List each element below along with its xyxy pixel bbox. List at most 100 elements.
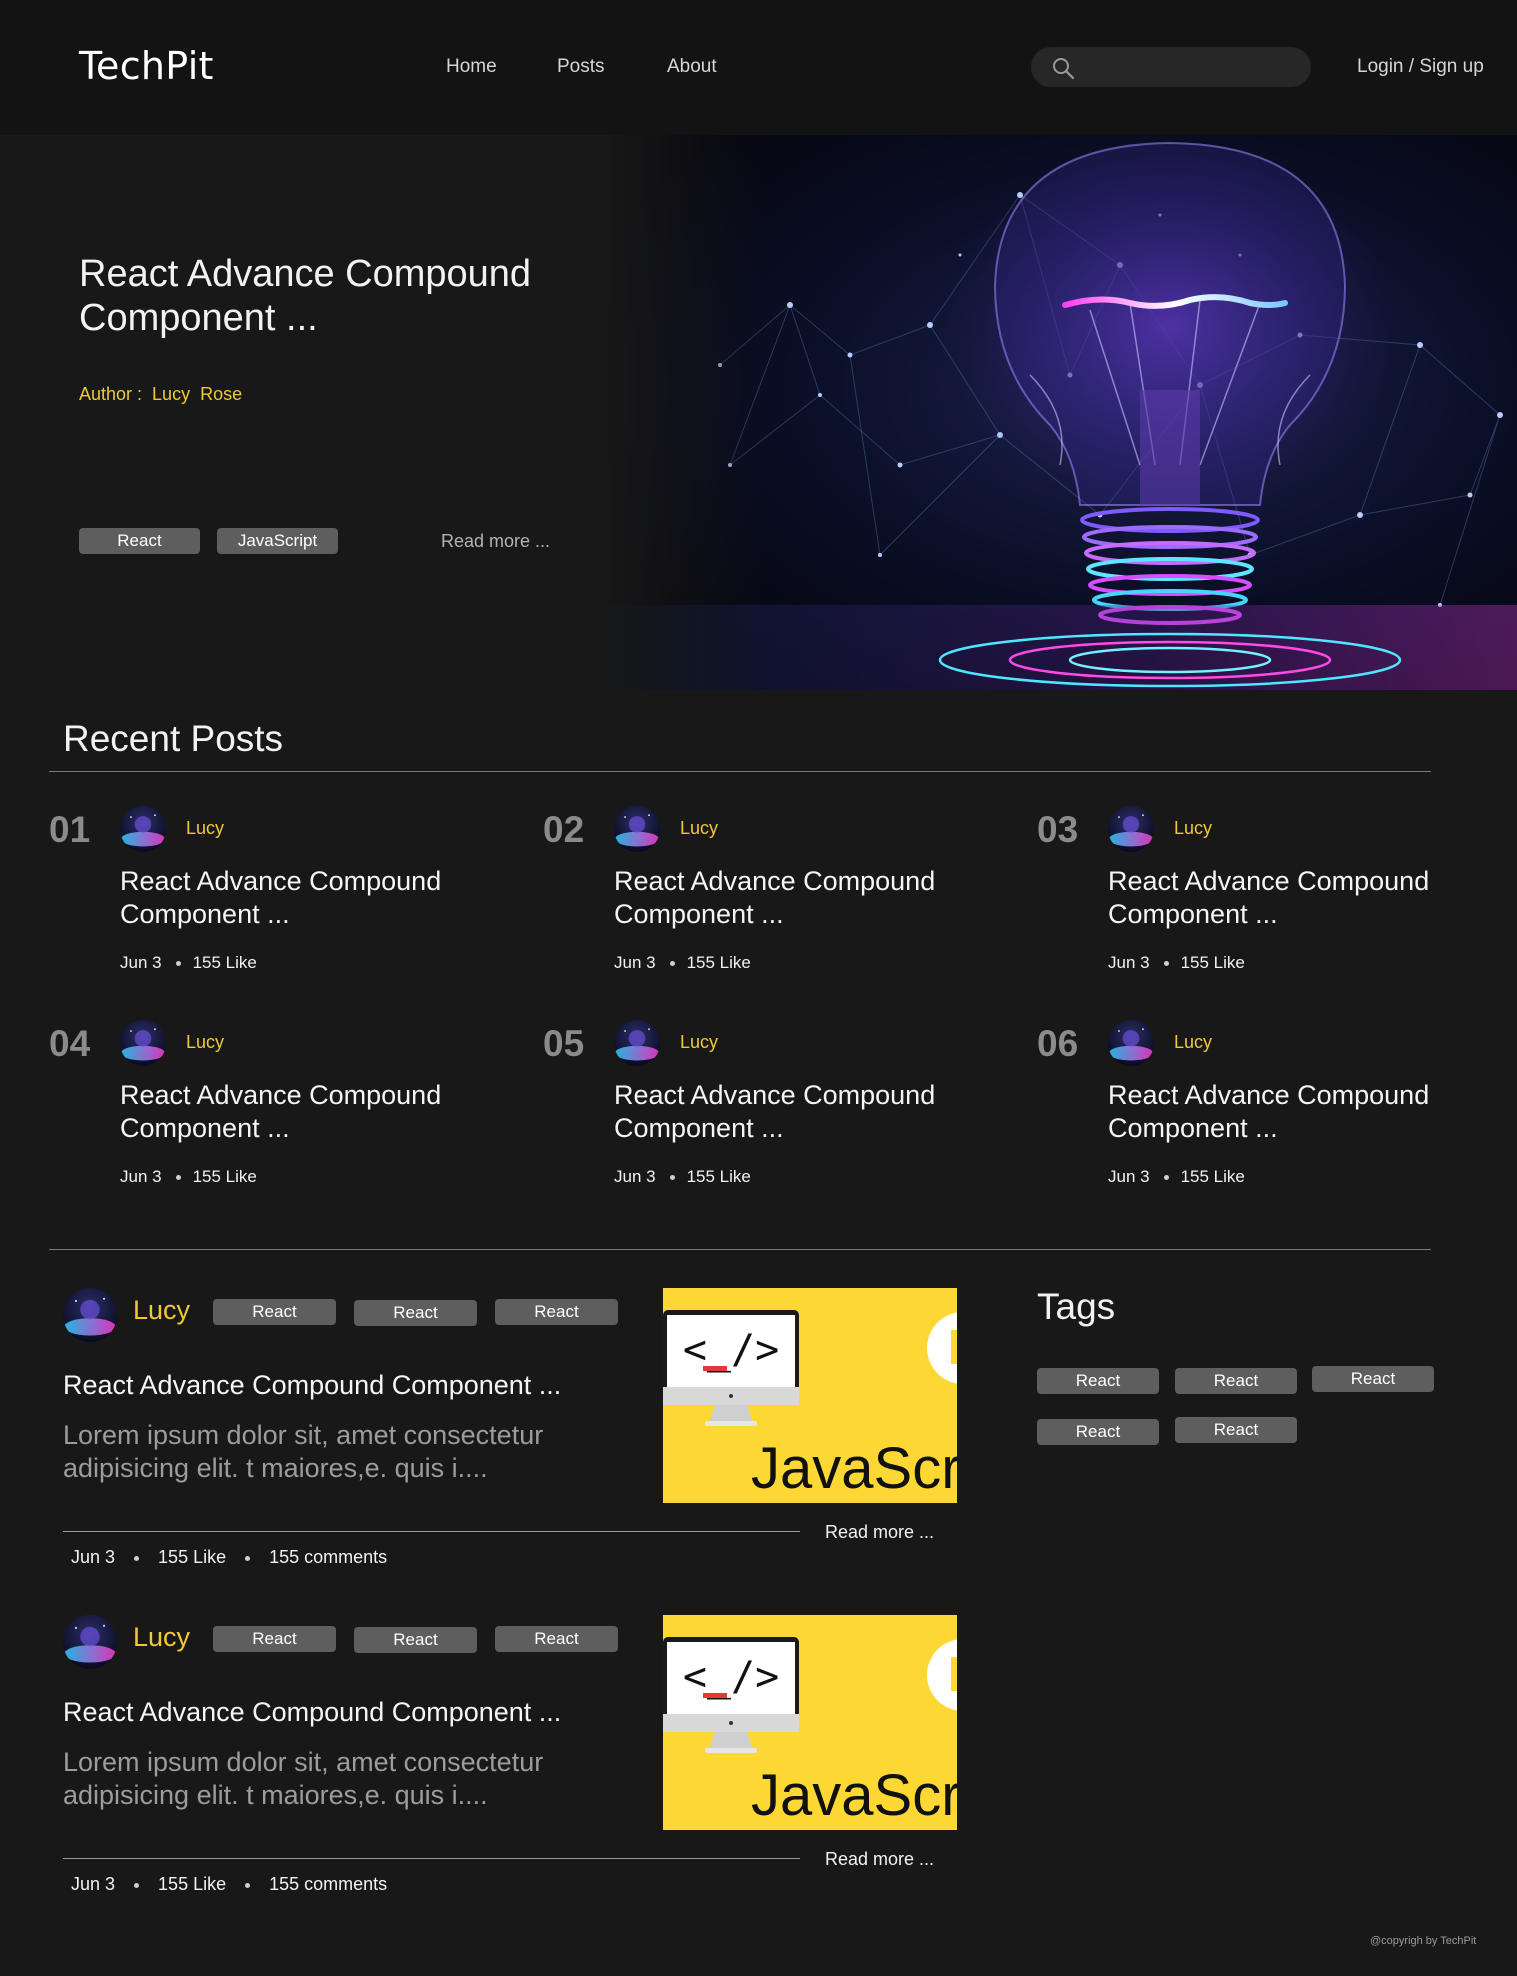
article-comments[interactable]: 155 comments [269,1547,387,1567]
post-title[interactable]: React Advance Compound Component ... [1108,1079,1517,1145]
thumb-text: JavaScri [751,1436,957,1501]
separator-dot [1163,1175,1169,1181]
tag-item[interactable]: React [1037,1419,1159,1445]
post-author[interactable]: Lucy [680,818,718,839]
recent-post-item[interactable]: 06 Lucy React Advance Compound Component… [1037,1020,1517,1200]
hero-lightbulb-image [600,135,1517,690]
tag-item[interactable]: React [1175,1417,1297,1443]
articles-divider [49,1249,1431,1250]
article-title[interactable]: React Advance Compound Component ... [63,1697,561,1728]
separator-dot [669,1175,675,1181]
recent-post-item[interactable]: 04 Lucy React Advance Compound Component… [49,1020,529,1200]
post-likes: 155 Like [686,953,751,972]
search-input[interactable] [1087,47,1297,87]
article-tag[interactable]: React [213,1626,336,1652]
post-number: 05 [543,1023,585,1064]
post-date: Jun 3 [120,1167,162,1186]
post-meta: Jun 3 155 Like [1108,1167,1245,1187]
article-author[interactable]: Lucy [133,1622,190,1653]
post-title[interactable]: React Advance Compound Component ... [120,1079,540,1145]
article-excerpt: Lorem ipsum dolor sit, amet consectetur … [63,1747,544,1810]
article-thumbnail[interactable]: <_/> JavaScri [663,1615,957,1830]
nav-about[interactable]: About [667,56,717,78]
article-read-more-link[interactable]: Read more ... [825,1849,934,1870]
post-likes: 155 Like [1180,953,1245,972]
svg-text:<_/>: <_/> [683,1327,779,1373]
search-icon[interactable] [1051,56,1075,80]
article-read-more-link[interactable]: Read more ... [825,1522,934,1543]
post-title[interactable]: React Advance Compound Component ... [120,865,540,931]
separator-dot [245,1555,251,1561]
post-author[interactable]: Lucy [1174,1032,1212,1053]
article-card: Lucy React React React React Advance Com… [63,1615,963,1915]
article-divider [63,1531,800,1532]
post-number: 04 [49,1023,91,1064]
article-title[interactable]: React Advance Compound Component ... [63,1370,561,1401]
login-signup-link[interactable]: Login / Sign up [1357,56,1484,78]
recent-divider [49,771,1431,772]
separator-dot [1163,961,1169,967]
post-author[interactable]: Lucy [1174,818,1212,839]
separator-dot [134,1882,140,1888]
avatar[interactable] [1108,1020,1154,1066]
author-first-name[interactable]: Lucy [152,384,190,404]
recent-post-item[interactable]: 03 Lucy React Advance Compound Component… [1037,806,1517,986]
article-excerpt: Lorem ipsum dolor sit, amet consectetur … [63,1420,544,1483]
post-author[interactable]: Lucy [186,818,224,839]
hero-author: Author : Lucy Rose [79,384,252,405]
article-thumbnail[interactable]: <_/> JavaScri [663,1288,957,1503]
avatar[interactable] [1108,806,1154,852]
site-logo[interactable]: TechPit [79,44,214,88]
author-last-name[interactable]: Rose [200,384,242,404]
hero-read-more-link[interactable]: Read more ... [441,531,550,552]
post-number: 03 [1037,809,1079,850]
tags-heading: Tags [1037,1286,1116,1327]
nav-home[interactable]: Home [446,56,497,78]
tag-item[interactable]: React [1037,1368,1159,1394]
article-comments[interactable]: 155 comments [269,1874,387,1894]
svg-text:<_/>: <_/> [683,1654,779,1700]
javascript-thumbnail-graphic: <_/> JavaScri [663,1288,957,1503]
post-meta: Jun 3 155 Like [1108,953,1245,973]
post-number: 02 [543,809,585,850]
hero-tag-react[interactable]: React [79,528,200,554]
article-card: Lucy React React React React Advance Com… [63,1288,963,1588]
hero-featured-post: React Advance Compound Component ... Aut… [0,135,1517,690]
footer-copyright: @copyrigh by TechPit [1370,1935,1477,1947]
article-divider [63,1858,800,1859]
tag-item[interactable]: React [1175,1368,1297,1394]
post-meta: Jun 3 155 Like [614,953,751,973]
post-title[interactable]: React Advance Compound Component ... [614,865,1034,931]
author-label: Author : [79,384,143,404]
avatar[interactable] [614,806,660,852]
article-tag[interactable]: React [495,1626,618,1652]
avatar[interactable] [120,1020,166,1066]
post-title[interactable]: React Advance Compound Component ... [1108,865,1517,931]
post-date: Jun 3 [614,953,656,972]
avatar[interactable] [120,806,166,852]
article-tag[interactable]: React [354,1627,477,1653]
recent-post-item[interactable]: 01 Lucy React Advance Compound Component… [49,806,529,986]
avatar[interactable] [63,1615,117,1669]
article-tag[interactable]: React [213,1299,336,1325]
post-likes: 155 Like [686,1167,751,1186]
tag-item[interactable]: React [1312,1366,1434,1392]
article-author[interactable]: Lucy [133,1295,190,1326]
recent-post-item[interactable]: 02 Lucy React Advance Compound Component… [543,806,1023,986]
post-meta: Jun 3 155 Like [614,1167,751,1187]
hero-tag-javascript[interactable]: JavaScript [217,528,338,554]
avatar[interactable] [614,1020,660,1066]
post-author[interactable]: Lucy [186,1032,224,1053]
avatar[interactable] [63,1288,117,1342]
separator-dot [669,961,675,967]
recent-post-item[interactable]: 05 Lucy React Advance Compound Component… [543,1020,1023,1200]
article-meta: Jun 3 155 Like 155 comments [71,1874,387,1895]
article-date: Jun 3 [71,1547,116,1567]
post-author[interactable]: Lucy [680,1032,718,1053]
hero-title[interactable]: React Advance Compound Component ... [79,252,599,340]
nav-posts[interactable]: Posts [557,56,605,78]
post-title[interactable]: React Advance Compound Component ... [614,1079,1034,1145]
article-tag[interactable]: React [354,1300,477,1326]
search-bar[interactable] [1031,47,1311,87]
article-tag[interactable]: React [495,1299,618,1325]
